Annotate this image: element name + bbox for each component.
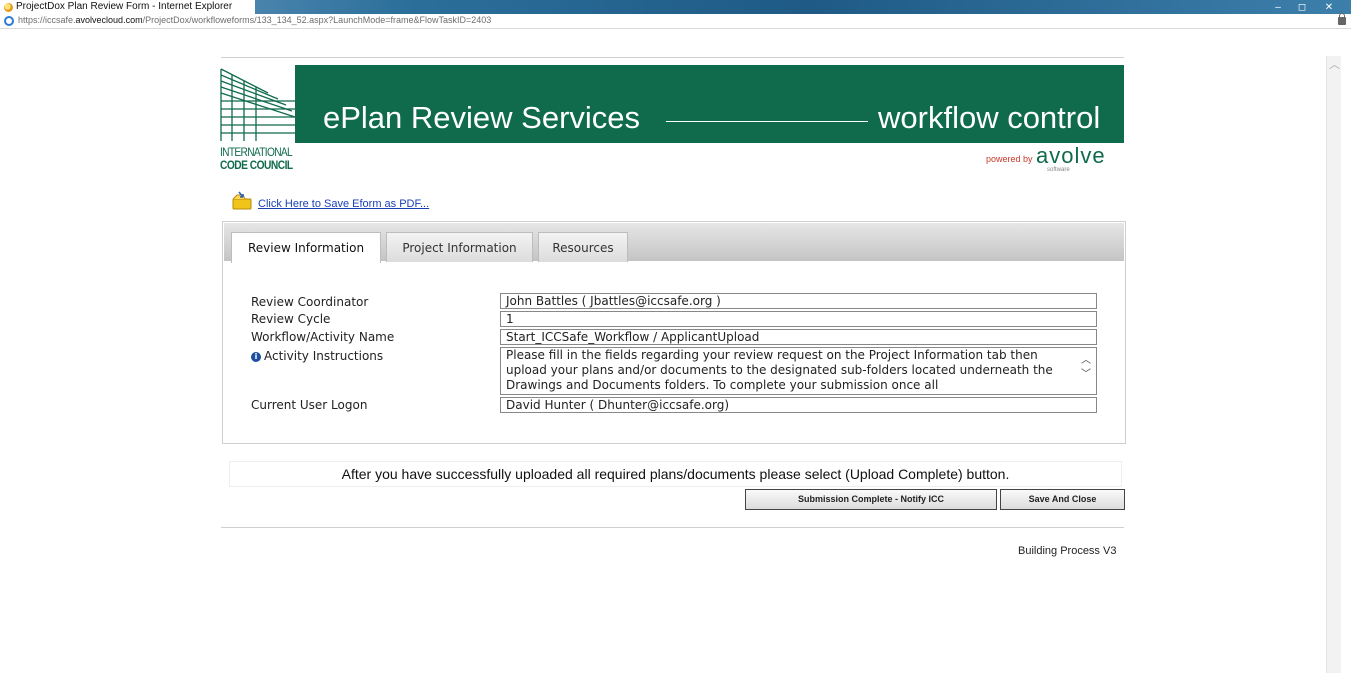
current-user-field[interactable]: David Hunter ( Dhunter@iccsafe.org)	[500, 397, 1097, 413]
window-title: ProjectDox Plan Review Form - Internet E…	[16, 1, 233, 12]
save-pdf-icon[interactable]	[231, 191, 253, 210]
minimize-button[interactable]: –	[1266, 2, 1290, 13]
activity-instructions-field[interactable]: Please fill in the fields regarding your…	[500, 347, 1097, 395]
url-text[interactable]: https://iccsafe.avolvecloud.com/ProjectD…	[18, 15, 491, 25]
scroll-up-icon[interactable]: ︿	[1329, 56, 1340, 72]
instructions-scroll-arrows[interactable]: ︿ ﹀	[1079, 354, 1093, 382]
banner-title: ePlan Review Services	[323, 100, 641, 135]
review-cycle-label: Review Cycle	[251, 312, 331, 326]
message-box: After you have successfully uploaded all…	[229, 461, 1122, 487]
maximize-button[interactable]: ◻	[1290, 2, 1314, 13]
save-and-close-button[interactable]: Save And Close	[1000, 489, 1125, 510]
banner-subtitle: workflow control	[878, 100, 1101, 135]
review-cycle-field[interactable]: 1	[500, 311, 1097, 327]
activity-instructions-label: i Activity Instructions	[251, 349, 383, 363]
tab-project-information[interactable]: Project Information	[386, 232, 533, 262]
close-button[interactable]: ✕	[1314, 2, 1344, 13]
powered-by-label: powered by	[986, 154, 1033, 164]
vendor-logo: avolve	[1036, 143, 1106, 168]
tab-bar: Review Information Project Information R…	[224, 223, 1124, 263]
bottom-divider	[221, 527, 1124, 528]
upload-instruction-message: After you have successfully uploaded all…	[341, 466, 1010, 482]
tab-review-information[interactable]: Review Information	[231, 232, 381, 263]
submission-complete-button[interactable]: Submission Complete - Notify ICC	[745, 489, 997, 510]
workflow-activity-label: Workflow/Activity Name	[251, 330, 395, 344]
header-banner: ICC ePlan Review Services workflow contr…	[218, 65, 1124, 143]
logo-org-line2: CODE COUNCIL	[220, 158, 293, 172]
lock-icon[interactable]	[1338, 13, 1346, 25]
review-coordinator-label: Review Coordinator	[251, 295, 369, 309]
current-user-label: Current User Logon	[251, 398, 368, 412]
internet-explorer-icon	[4, 3, 13, 12]
version-label: Building Process V3	[1018, 545, 1117, 557]
save-pdf-link[interactable]: Click Here to Save Eform as PDF...	[258, 198, 429, 210]
review-coordinator-field[interactable]: John Battles ( Jbattles@iccsafe.org )	[500, 293, 1097, 309]
activity-instructions-text: Please fill in the fields regarding your…	[506, 348, 1053, 392]
page-scrollbar[interactable]: ︿	[1326, 56, 1341, 673]
logo-org-line1: INTERNATIONAL	[220, 145, 293, 159]
tab-resources[interactable]: Resources	[538, 232, 628, 262]
info-icon[interactable]: i	[251, 351, 261, 362]
banner-divider-line	[666, 121, 868, 122]
top-divider	[221, 57, 1124, 58]
tab-panel: Review Information Project Information R…	[222, 221, 1126, 444]
address-bar[interactable]: https://iccsafe.avolvecloud.com/ProjectD…	[0, 13, 1351, 29]
workflow-activity-field[interactable]: Start_ICCSafe_Workflow / ApplicantUpload	[500, 329, 1097, 345]
vendor-sub-label: software	[1047, 167, 1070, 173]
page-icon	[4, 16, 14, 26]
